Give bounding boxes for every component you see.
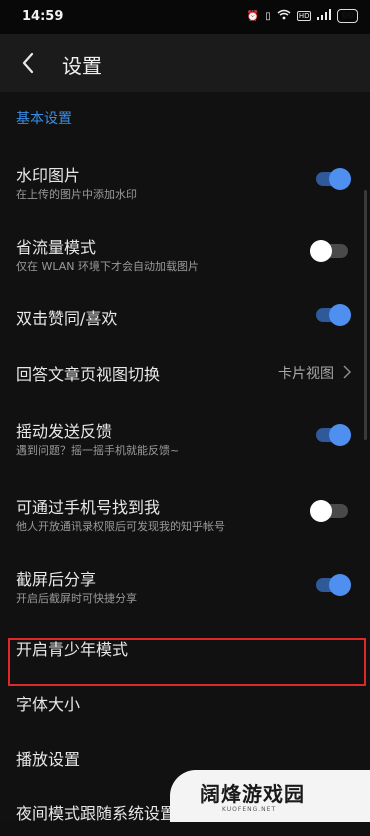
row-title: 回答文章页视图切换 — [16, 365, 161, 384]
settings-list: 基本设置 水印图片 在上传的图片中添加水印 省流量模式 仅在 WLAN 环境下才… — [0, 92, 370, 823]
row-subtitle: 开启后截屏时可快捷分享 — [16, 592, 137, 605]
setting-row-screenshot-share[interactable]: 截屏后分享 开启后截屏时可快捷分享 — [0, 554, 370, 612]
section-header: 基本设置 — [16, 111, 72, 127]
watermark-text: 阔烽游戏园 — [200, 782, 305, 806]
row-title: 截屏后分享 — [16, 570, 97, 589]
scrollbar[interactable] — [364, 190, 367, 440]
row-title: 字体大小 — [16, 695, 81, 714]
watermark-toggle[interactable] — [316, 168, 351, 190]
battery-level: 60 — [341, 11, 354, 21]
battery-icon: 60 — [337, 9, 358, 23]
setting-row-shake-feedback[interactable]: 摇动发送反馈 遇到问题？摇一摇手机就能反馈~ — [0, 406, 370, 464]
vibrate-icon: ▯ — [265, 10, 271, 22]
setting-row-font-size[interactable]: 字体大小 — [0, 680, 370, 726]
highlight-box — [8, 638, 366, 686]
screenshot-share-toggle[interactable] — [316, 574, 351, 596]
back-button[interactable] — [14, 48, 44, 78]
row-subtitle: 他人开放通讯录权限后可发现我的知乎帐号 — [16, 520, 225, 533]
wifi-icon — [277, 9, 291, 23]
row-subtitle: 在上传的图片中添加水印 — [16, 188, 137, 201]
double-tap-toggle[interactable] — [316, 304, 351, 326]
status-bar: 14:59 ⏰ ▯ HD 60 — [0, 0, 370, 34]
alarm-icon: ⏰ — [246, 10, 260, 22]
nav-bar: 设置 — [0, 34, 370, 92]
row-title: 摇动发送反馈 — [16, 422, 113, 441]
chevron-left-icon — [22, 52, 34, 74]
setting-row-data-saver[interactable]: 省流量模式 仅在 WLAN 环境下才会自动加载图片 — [0, 226, 370, 284]
data-saver-toggle[interactable] — [310, 240, 348, 262]
row-title: 水印图片 — [16, 166, 81, 185]
signal-icon — [317, 9, 332, 23]
watermark-logo: 阔烽游戏园 KUOFENG.NET — [170, 770, 370, 822]
row-title: 省流量模式 — [16, 238, 97, 257]
setting-row-view-switch[interactable]: 回答文章页视图切换 卡片视图 — [0, 348, 370, 394]
status-time: 14:59 — [22, 9, 64, 24]
row-title: 夜间模式跟随系统设置 — [16, 804, 177, 823]
watermark-subtext: KUOFENG.NET — [222, 806, 277, 813]
setting-row-find-by-phone[interactable]: 可通过手机号找到我 他人开放通讯录权限后可发现我的知乎帐号 — [0, 482, 370, 540]
status-icons: ⏰ ▯ HD 60 — [247, 9, 358, 23]
row-subtitle: 遇到问题？摇一摇手机就能反馈~ — [16, 444, 180, 457]
row-title: 双击赞同/喜欢 — [16, 309, 118, 328]
setting-row-watermark[interactable]: 水印图片 在上传的图片中添加水印 — [0, 144, 370, 202]
row-title: 播放设置 — [16, 750, 81, 769]
hd-badge: HD — [296, 11, 312, 21]
chevron-right-icon — [343, 365, 352, 379]
row-title: 可通过手机号找到我 — [16, 498, 161, 517]
row-value: 卡片视图 — [278, 366, 334, 382]
row-subtitle: 仅在 WLAN 环境下才会自动加载图片 — [16, 260, 200, 273]
page-title: 设置 — [62, 54, 102, 78]
shake-feedback-toggle[interactable] — [316, 424, 351, 446]
find-by-phone-toggle[interactable] — [310, 500, 348, 522]
setting-row-double-tap[interactable]: 双击赞同/喜欢 — [0, 292, 370, 338]
